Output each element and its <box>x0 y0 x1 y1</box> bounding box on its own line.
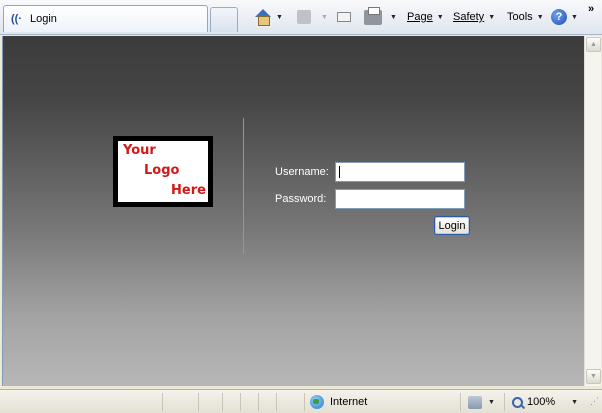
status-separator <box>258 393 259 411</box>
username-field[interactable] <box>335 162 465 182</box>
tools-menu-arrow: ▼ <box>536 13 544 21</box>
zoom-level: 100% <box>527 396 556 408</box>
help-dropdown-arrow[interactable]: ▼ <box>571 14 578 21</box>
text-caret <box>339 166 340 178</box>
status-separator <box>162 393 163 411</box>
safety-menu[interactable]: Safety ▼ <box>453 5 495 29</box>
page-viewport: Your Logo Here Username: Password: Login <box>2 36 584 386</box>
feed-tab-icon: ((· <box>11 13 22 25</box>
protected-mode-icon <box>468 395 482 409</box>
security-zone-label: Internet <box>330 396 368 408</box>
tools-menu-label: Tools <box>507 11 533 23</box>
status-separator <box>222 393 223 411</box>
page-menu-arrow: ▼ <box>436 13 444 21</box>
status-separator <box>240 393 241 411</box>
mail-button[interactable] <box>337 5 351 29</box>
scroll-up-button[interactable]: ▲ <box>586 37 601 52</box>
tools-menu[interactable]: Tools ▼ <box>507 5 544 29</box>
logo-text-line-2: Logo <box>144 163 180 178</box>
status-separator <box>304 393 305 411</box>
home-button[interactable]: ▼ <box>254 5 283 29</box>
vertical-scrollbar[interactable]: ▲ ▼ <box>584 36 601 386</box>
logo-text-line-1: Your <box>123 143 156 158</box>
home-dropdown-arrow[interactable]: ▼ <box>276 14 283 21</box>
protected-mode-arrow: ▼ <box>488 398 495 406</box>
print-icon <box>364 6 382 25</box>
mail-icon <box>337 12 351 22</box>
feeds-button[interactable]: ▼ <box>297 5 328 29</box>
password-field[interactable] <box>335 189 465 209</box>
page-menu[interactable]: Page ▼ <box>407 5 444 29</box>
status-separator <box>198 393 199 411</box>
print-button[interactable]: ▼ <box>364 5 397 29</box>
status-separator <box>504 393 505 411</box>
feeds-dropdown-arrow[interactable]: ▼ <box>321 14 328 21</box>
status-separator <box>276 393 277 411</box>
new-tab-button[interactable] <box>210 7 238 32</box>
logo-text-line-3: Here <box>171 183 206 198</box>
globe-icon <box>310 395 324 409</box>
print-dropdown-arrow[interactable]: ▼ <box>390 14 397 21</box>
scroll-down-button[interactable]: ▼ <box>586 369 601 384</box>
toolbar-overflow-chevron[interactable]: » <box>588 3 594 15</box>
zoom-icon <box>512 396 523 408</box>
status-separator <box>460 393 461 411</box>
logo: Your Logo Here <box>113 136 213 207</box>
tab-login[interactable]: ((· Login <box>3 5 208 32</box>
logo-placeholder: Your Logo Here <box>118 141 208 202</box>
resize-grip[interactable]: ⋰ <box>590 396 599 407</box>
tab-title: Login <box>30 13 57 25</box>
home-icon <box>254 9 272 26</box>
password-label: Password: <box>275 193 327 205</box>
page-menu-label: Page <box>407 11 433 23</box>
login-button[interactable]: Login <box>434 216 470 235</box>
status-bar: Internet ▼ 100% ▼ ⋰ <box>0 389 602 413</box>
protected-mode-button[interactable]: ▼ <box>468 393 495 411</box>
browser-toolbar: ((· Login ▼ ▼ ▼ Page ▼ Safety ▼ Tools ▼ … <box>0 0 602 35</box>
help-button[interactable]: ? ▼ <box>551 5 578 29</box>
safety-menu-label: Safety <box>453 11 485 23</box>
feeds-icon <box>297 10 311 24</box>
zoom-control[interactable]: 100% ▼ <box>512 393 578 411</box>
safety-menu-arrow: ▼ <box>488 13 496 21</box>
security-zone[interactable]: Internet <box>310 393 367 411</box>
help-icon: ? <box>551 9 567 25</box>
zoom-dropdown-arrow[interactable]: ▼ <box>571 399 578 406</box>
vertical-divider <box>243 118 244 254</box>
username-label: Username: <box>275 166 329 178</box>
